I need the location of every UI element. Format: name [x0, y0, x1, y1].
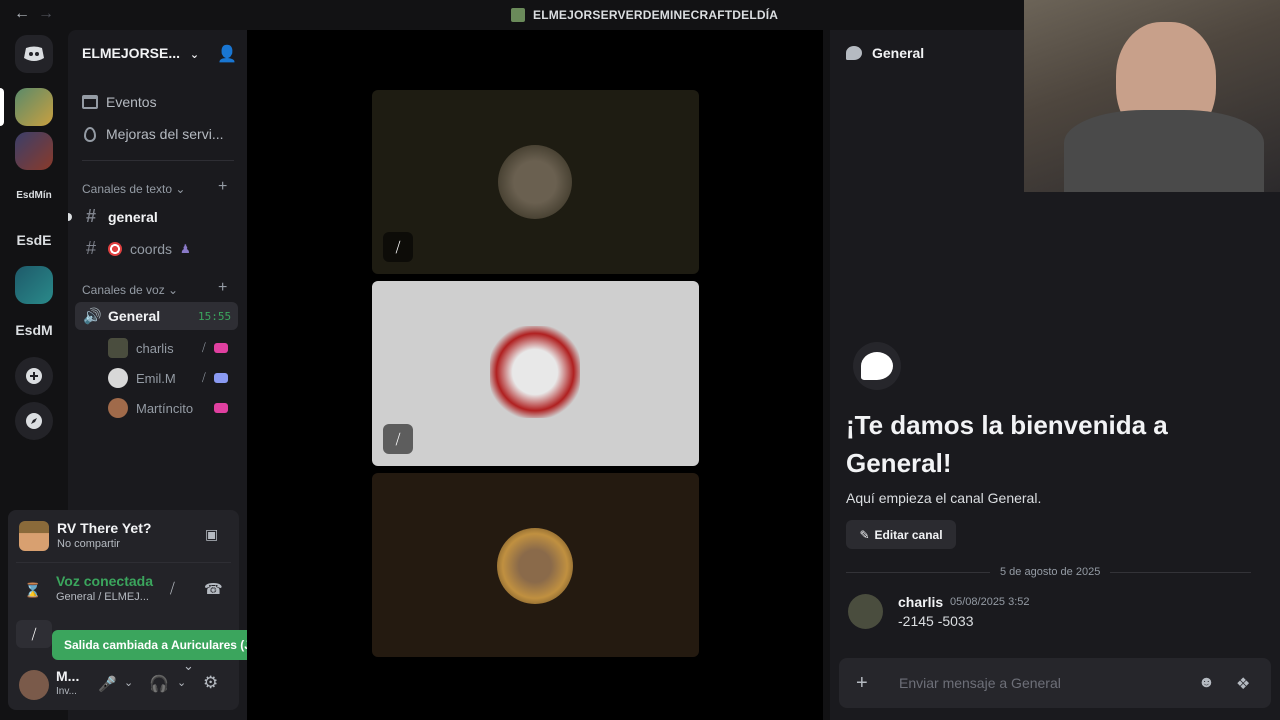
call-timer: 15:55 [198, 310, 232, 323]
server-icon-3[interactable] [15, 266, 53, 304]
headphones-icon[interactable]: 🎧 [149, 674, 169, 694]
voice-member-charlis[interactable]: charlis ⧸ [108, 338, 228, 358]
deafened-icon: ⧸ [202, 371, 206, 384]
window-title: ELMEJORSERVERDEMINECRAFTDELDÍA [533, 8, 779, 22]
user-avatar[interactable] [19, 670, 49, 700]
server-icon-2[interactable] [15, 132, 53, 170]
pencil-icon: ✎ [859, 527, 870, 542]
message-avatar[interactable] [848, 594, 883, 629]
server-esde[interactable]: EsdE [15, 221, 53, 259]
muted-icon: ⧸ [383, 424, 413, 454]
discord-home-icon[interactable] [15, 35, 53, 73]
voice-location[interactable]: General / ELMEJ... [56, 591, 149, 603]
noise-suppression-icon[interactable]: ⧸ [170, 580, 175, 597]
user-status: Inv... [56, 686, 77, 697]
headphone-options-chevron-icon[interactable]: ⌄ [177, 676, 186, 689]
mic-options-chevron-icon[interactable]: ⌄ [124, 676, 133, 689]
chevron-down-icon[interactable]: ⌄ [183, 658, 194, 674]
calendar-icon [82, 95, 98, 109]
microphone-icon[interactable]: 🎤 [98, 675, 117, 693]
server-icon [511, 8, 525, 22]
target-icon [108, 241, 122, 256]
attach-plus-icon[interactable]: + [856, 672, 868, 695]
shirt-shape [1064, 110, 1264, 192]
game-status: No compartir [57, 538, 120, 550]
boost-icon [84, 126, 96, 142]
voice-category[interactable]: Canales de voz ⌄ [82, 283, 178, 297]
server-esdm[interactable]: EsdM [15, 311, 53, 349]
server-icon-active[interactable] [15, 88, 53, 126]
muted-icon: ⧸ [383, 232, 413, 262]
participant-avatar [490, 326, 580, 418]
hash-icon: # [85, 238, 96, 258]
selected-pill [0, 88, 4, 126]
user-name[interactable]: M... [56, 668, 79, 684]
disconnect-icon[interactable]: ☎ [204, 580, 223, 598]
voice-status: Voz conectada [56, 573, 153, 589]
participant-avatar [498, 145, 572, 219]
voice-member-emil[interactable]: Emil.M ⧸ [108, 368, 228, 388]
back-arrow-icon[interactable]: ← [14, 5, 30, 23]
edit-channel-button[interactable]: ✎ Editar canal [846, 520, 956, 549]
channel-start-text: Aquí empieza el canal General. [846, 490, 1042, 506]
events-item[interactable]: Eventos [82, 94, 157, 110]
add-text-channel-icon[interactable]: + [218, 178, 227, 196]
channel-icon [853, 342, 901, 390]
unread-pill [68, 213, 72, 221]
message-input[interactable]: Enviar mensaje a General [899, 675, 1061, 691]
emoji-icon[interactable]: ☻ [1198, 674, 1215, 692]
channel-general[interactable]: # general [82, 206, 158, 227]
avatar [108, 398, 128, 418]
signal-icon: ⌛ [24, 582, 42, 598]
voice-member-martincito[interactable]: Martíncito [108, 398, 228, 418]
message-timestamp: 05/08/2025 3:52 [950, 596, 1030, 608]
channel-coords[interactable]: # coords ♟ [82, 238, 191, 259]
activity-icon [214, 403, 228, 413]
discover-icon[interactable] [15, 402, 53, 440]
deafened-icon: ⧸ [202, 341, 206, 354]
add-server-icon[interactable] [15, 357, 53, 395]
video-tile-3[interactable] [372, 473, 699, 657]
video-tile-1[interactable]: ⧸ [372, 90, 699, 274]
message-author[interactable]: charlis [898, 594, 943, 610]
chat-bubble-icon [846, 46, 862, 60]
boosts-item[interactable]: Mejoras del servi... [82, 126, 223, 142]
game-title: RV There Yet? [57, 520, 152, 536]
webcam-overlay [1024, 0, 1280, 192]
message-content: -2145 -5033 [898, 613, 974, 629]
voice-channel-general[interactable]: 🔊 General 15:55 [75, 302, 238, 330]
server-name[interactable]: ELMEJORSE... ⌄ [82, 45, 199, 61]
date-divider: 5 de agosto de 2025 [990, 566, 1111, 578]
game-icon [19, 521, 49, 551]
activity-icon [213, 343, 228, 353]
participant-avatar [497, 528, 573, 604]
pawn-icon: ♟ [180, 241, 191, 256]
forward-arrow-icon[interactable]: → [38, 5, 54, 23]
add-voice-channel-icon[interactable]: + [218, 279, 227, 297]
camera-off-icon[interactable]: ⧸ [16, 620, 52, 648]
avatar [108, 338, 128, 358]
video-tile-2[interactable]: ⧸ [372, 281, 699, 466]
divider [82, 160, 234, 161]
settings-gear-icon[interactable]: ⚙ [203, 673, 218, 693]
apps-icon[interactable]: ❖ [1236, 674, 1250, 694]
divider [16, 562, 231, 563]
invite-icon[interactable]: 👤 [217, 44, 237, 64]
chat-bubble-icon [861, 352, 893, 380]
welcome-heading: ¡Te damos la bienvenida a General! [846, 410, 1168, 478]
chat-channel-title: General [872, 45, 925, 61]
speaker-icon: 🔊 [83, 308, 102, 325]
user-panel: RV There Yet? No compartir ▣ ⌛ Voz conec… [8, 510, 239, 710]
gamepad-icon [213, 373, 228, 383]
text-category[interactable]: Canales de texto ⌄ [82, 182, 185, 196]
hash-icon: # [85, 206, 96, 226]
avatar [108, 368, 128, 388]
server-esdmin[interactable]: EsdMín [15, 176, 53, 214]
screen-share-icon[interactable]: ▣ [205, 526, 218, 543]
